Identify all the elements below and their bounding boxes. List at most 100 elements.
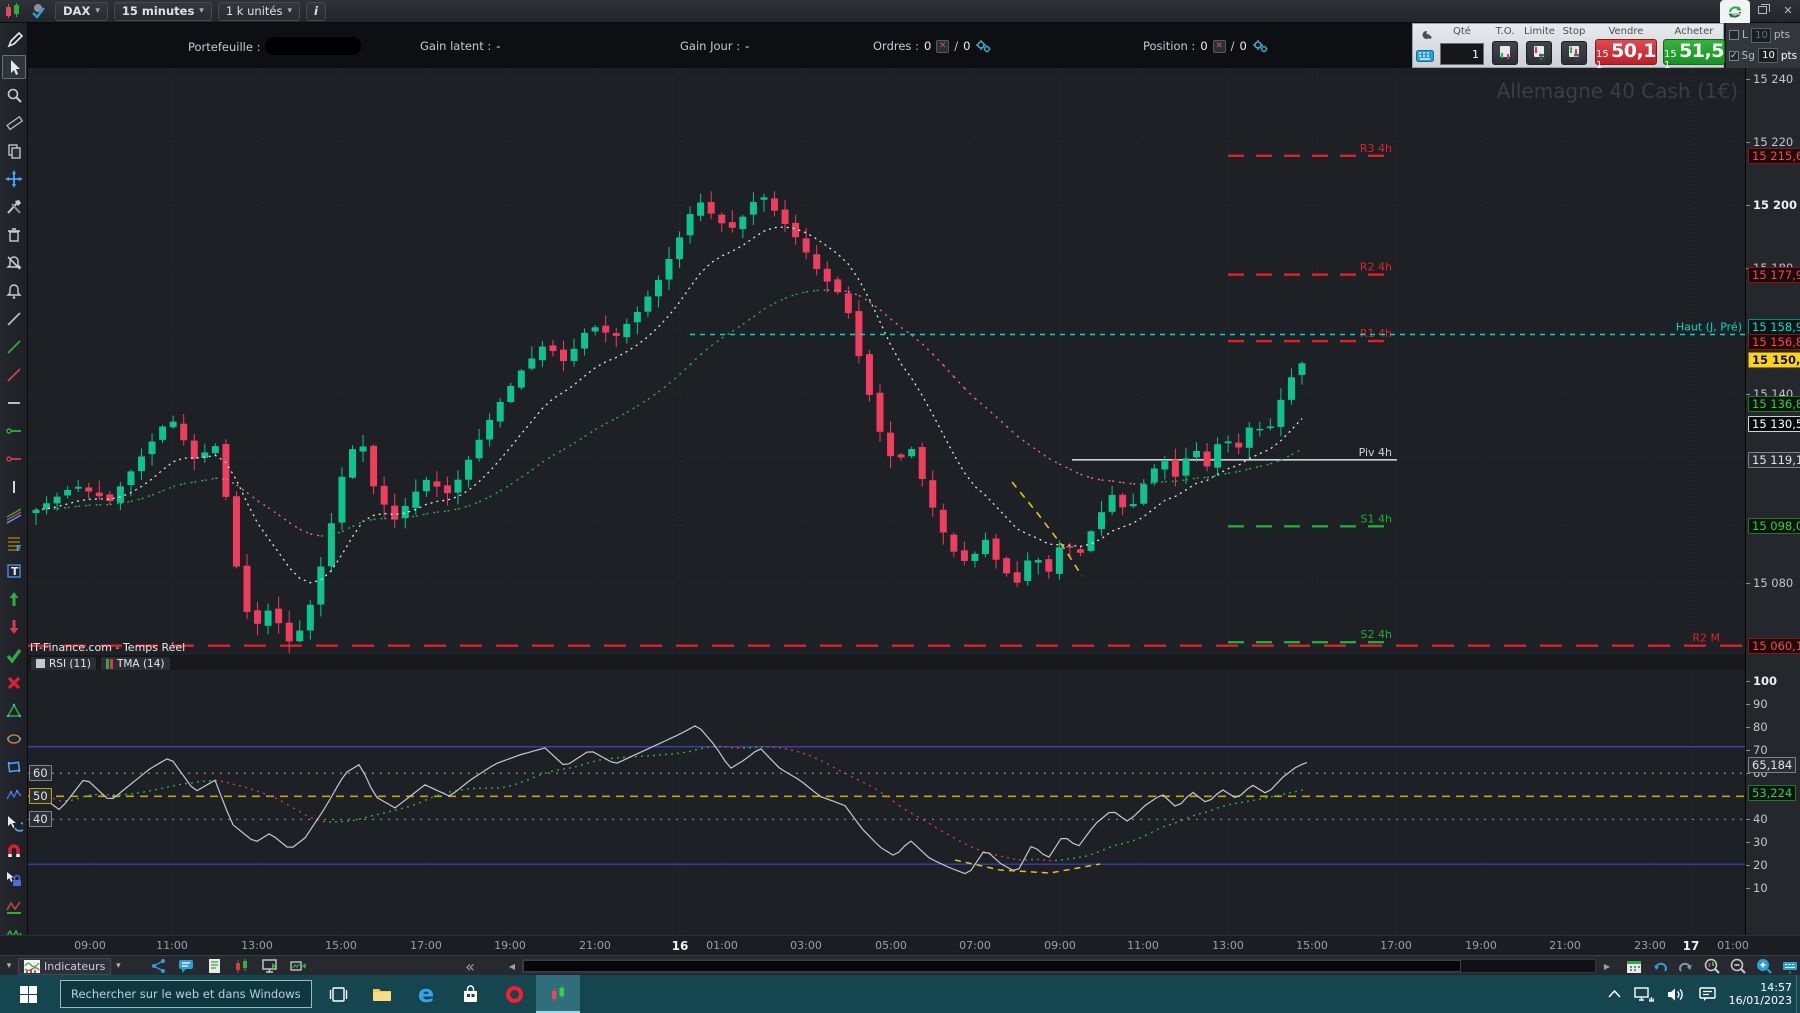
pencil-tool[interactable] <box>2 27 26 51</box>
hline-red-tool[interactable] <box>2 447 26 471</box>
quantity-input[interactable] <box>1440 43 1484 65</box>
limit-pts-input[interactable] <box>1751 28 1771 43</box>
close-position-icon[interactable]: ✕ <box>1213 40 1226 53</box>
arrow-up-tool[interactable] <box>2 587 26 611</box>
tools-tool[interactable] <box>2 195 26 219</box>
line-green-tool[interactable] <box>2 335 26 359</box>
stop-order-group: Stop <box>1558 24 1590 67</box>
settings-wrench-icon[interactable] <box>1417 29 1433 43</box>
show-desktop-button[interactable] <box>1796 975 1800 1013</box>
scroll-right-arrow[interactable]: ▶ <box>1600 957 1614 975</box>
taskbar-search-input[interactable]: Rechercher sur le web et dans Windows <box>60 980 312 1008</box>
zigzag-tool[interactable] <box>2 783 26 807</box>
bell-off-icon <box>5 254 23 272</box>
position-gear-icon[interactable] <box>1252 39 1268 53</box>
arrow-down-tool[interactable] <box>2 615 26 639</box>
taskbar-clock[interactable]: 14:5716/01/2023 <box>1729 981 1792 1007</box>
line-gray-tool[interactable] <box>2 307 26 331</box>
triangle-tool[interactable] <box>2 699 26 723</box>
opera-browser-button[interactable] <box>492 975 536 1013</box>
instrument-dropdown[interactable]: DAX▾ <box>55 2 108 21</box>
limit-checkbox[interactable] <box>1729 30 1739 40</box>
tray-chevron-up-icon[interactable] <box>1608 990 1621 998</box>
pivot-level-label: Piv 4h <box>1359 446 1392 459</box>
ruler-tool[interactable] <box>2 111 26 135</box>
copy-tool[interactable] <box>2 139 26 163</box>
trailing-stop-pts-input[interactable] <box>1758 48 1778 63</box>
price-axis[interactable]: 15 24015 22015 20015 18015 14015 08015 2… <box>1745 68 1800 935</box>
task-view-button[interactable] <box>316 975 360 1013</box>
cancel-orders-icon[interactable]: ✕ <box>936 40 949 53</box>
lock-tool[interactable] <box>2 867 26 891</box>
redo-button[interactable] <box>1678 958 1694 974</box>
ellipse-tool[interactable] <box>2 727 26 751</box>
close-button[interactable]: ✕ <box>1780 3 1796 17</box>
screen-share-button[interactable] <box>262 958 278 974</box>
share-button[interactable] <box>150 958 166 974</box>
chart-scrollbar[interactable] <box>522 959 1596 973</box>
notification-icon[interactable] <box>1699 987 1716 1002</box>
move-tool[interactable] <box>2 167 26 191</box>
candles-button[interactable] <box>234 958 250 974</box>
calendar-button[interactable] <box>1626 958 1642 974</box>
zoom-candles-button[interactable] <box>1704 958 1720 974</box>
collapse-button[interactable]: ▾ <box>2 957 16 975</box>
main-chart-area[interactable]: Allemagne 40 Cash (1€)R3 4hR2 4hR1 4hPiv… <box>28 68 1745 655</box>
network-icon[interactable] <box>1634 987 1654 1002</box>
scrollbar-thumb[interactable] <box>523 960 1461 972</box>
trash-tool[interactable] <box>2 223 26 247</box>
file-explorer-button[interactable] <box>360 975 404 1013</box>
bell-off-tool[interactable] <box>2 251 26 275</box>
info-button[interactable]: i <box>306 2 326 21</box>
pen-check-icon[interactable] <box>29 2 49 20</box>
zoom-in-button[interactable] <box>1756 958 1772 974</box>
line-red-tool[interactable] <box>2 363 26 387</box>
time-axis[interactable]: 09:0011:0013:0015:0017:0019:0021:001601:… <box>0 935 1800 955</box>
export-chart-button[interactable] <box>290 958 306 974</box>
cursor-undo-tool[interactable] <box>2 811 26 835</box>
units-dropdown[interactable]: 1 k unités▾ <box>218 2 300 21</box>
to-order-button[interactable] <box>1492 41 1518 65</box>
bell-tool[interactable] <box>2 279 26 303</box>
keyboard-shortcut-button[interactable] <box>1782 958 1798 974</box>
minimize-button[interactable] <box>1728 3 1744 17</box>
buy-button[interactable]: 15 151,5 <box>1663 39 1725 65</box>
indicators-dropdown-caret[interactable]: ▾ <box>111 957 125 975</box>
restore-button[interactable] <box>1754 3 1770 17</box>
limit-order-button[interactable] <box>1526 41 1552 65</box>
timeframe-dropdown[interactable]: 15 minutes▾ <box>114 2 212 21</box>
hline-tool[interactable] <box>2 391 26 415</box>
stop-order-button[interactable] <box>1561 41 1587 65</box>
check-tool[interactable] <box>2 643 26 667</box>
hline-green-tool[interactable] <box>2 419 26 443</box>
undo-button[interactable] <box>1652 958 1668 974</box>
scroll-left-arrow[interactable]: ◀ <box>505 957 519 975</box>
rsi-plot[interactable] <box>28 670 1745 935</box>
rect-tool[interactable] <box>2 755 26 779</box>
vline-tool[interactable] <box>2 475 26 499</box>
chat-button[interactable] <box>178 958 194 974</box>
cross-tool[interactable] <box>2 671 26 695</box>
sell-button[interactable]: 15 150,1 <box>1595 39 1657 65</box>
trading-app-button[interactable] <box>536 975 580 1013</box>
indicators-button[interactable]: Indicateurs <box>18 958 111 975</box>
edge-browser-button[interactable]: e <box>404 975 448 1013</box>
trend-tool[interactable] <box>2 503 26 527</box>
volume-icon[interactable] <box>1667 987 1686 1002</box>
text-tool[interactable]: T <box>2 559 26 583</box>
zoom-out-button[interactable] <box>1730 958 1746 974</box>
start-button[interactable] <box>0 975 56 1013</box>
magnet-tool[interactable] <box>2 839 26 863</box>
magnifier-tool[interactable] <box>2 83 26 107</box>
cursor-tool[interactable] <box>2 55 26 79</box>
notes-button[interactable] <box>206 958 222 974</box>
chevrons-left-icon[interactable]: « <box>462 957 478 975</box>
candlestick-plot[interactable]: Allemagne 40 Cash (1€)R3 4hR2 4hR1 4hPiv… <box>28 68 1745 655</box>
trailing-stop-checkbox[interactable]: ✓ <box>1729 51 1739 61</box>
zigzag-rg-tool[interactable] <box>2 895 26 919</box>
fib-tool[interactable]: F <box>2 531 26 555</box>
orders-gear-icon[interactable] <box>975 39 991 53</box>
rsi-panel[interactable] <box>28 670 1745 935</box>
windows-store-button[interactable] <box>448 975 492 1013</box>
keyboard-icon[interactable] <box>1416 50 1434 62</box>
